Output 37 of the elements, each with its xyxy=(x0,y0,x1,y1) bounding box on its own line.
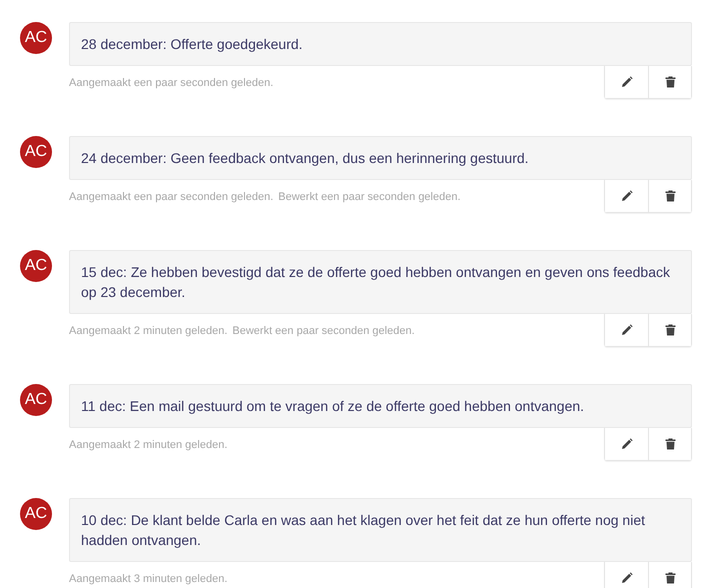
created-time: Aangemaakt een paar seconden geleden. xyxy=(69,191,274,203)
created-time: Aangemaakt 2 minuten geleden. xyxy=(69,325,228,337)
comment-text: 28 december: Offerte goedgekeurd. xyxy=(69,22,692,66)
pencil-icon xyxy=(620,76,632,88)
edit-button[interactable] xyxy=(605,66,648,98)
edit-button[interactable] xyxy=(605,428,648,460)
edited-time: Bewerkt een paar seconden geleden. xyxy=(232,325,415,337)
trash-icon xyxy=(664,438,676,450)
delete-button[interactable] xyxy=(648,180,691,212)
comment-text: 10 dec: De klant belde Carla en was aan het klagen over het feit dat ze hun offerte nog niet hadden ontvangen. xyxy=(69,498,692,562)
created-time: Aangemaakt een paar seconden geleden. xyxy=(69,77,274,89)
avatar: AC xyxy=(20,136,52,168)
trash-icon xyxy=(664,190,676,202)
trash-icon xyxy=(664,572,676,584)
created-time: Aangemaakt 2 minuten geleden. xyxy=(69,439,228,451)
pencil-icon xyxy=(620,438,632,450)
pencil-icon xyxy=(620,324,632,336)
edit-button[interactable] xyxy=(605,314,648,346)
avatar: AC xyxy=(20,250,52,282)
comment-text: 11 dec: Een mail gestuurd om te vragen of ze de offerte goed hebben ontvangen. xyxy=(69,384,692,428)
avatar: AC xyxy=(20,22,52,54)
trash-icon xyxy=(664,324,676,336)
delete-button[interactable] xyxy=(648,66,691,98)
delete-button[interactable] xyxy=(648,562,691,588)
delete-button[interactable] xyxy=(648,428,691,460)
comment-text: 24 december: Geen feedback ontvangen, dus een herinnering gestuurd. xyxy=(69,136,692,180)
created-time: Aangemaakt 3 minuten geleden. xyxy=(69,573,228,585)
edit-button[interactable] xyxy=(605,180,648,212)
avatar: AC xyxy=(20,384,52,416)
pencil-icon xyxy=(620,190,632,202)
edited-time: Bewerkt een paar seconden geleden. xyxy=(278,191,461,203)
delete-button[interactable] xyxy=(648,314,691,346)
trash-icon xyxy=(664,76,676,88)
pencil-icon xyxy=(620,572,632,584)
edit-button[interactable] xyxy=(605,562,648,588)
avatar: AC xyxy=(20,498,52,530)
comment-text: 15 dec: Ze hebben bevestigd dat ze de offerte goed hebben ontvangen en geven ons feedback op 23 december. xyxy=(69,250,692,314)
